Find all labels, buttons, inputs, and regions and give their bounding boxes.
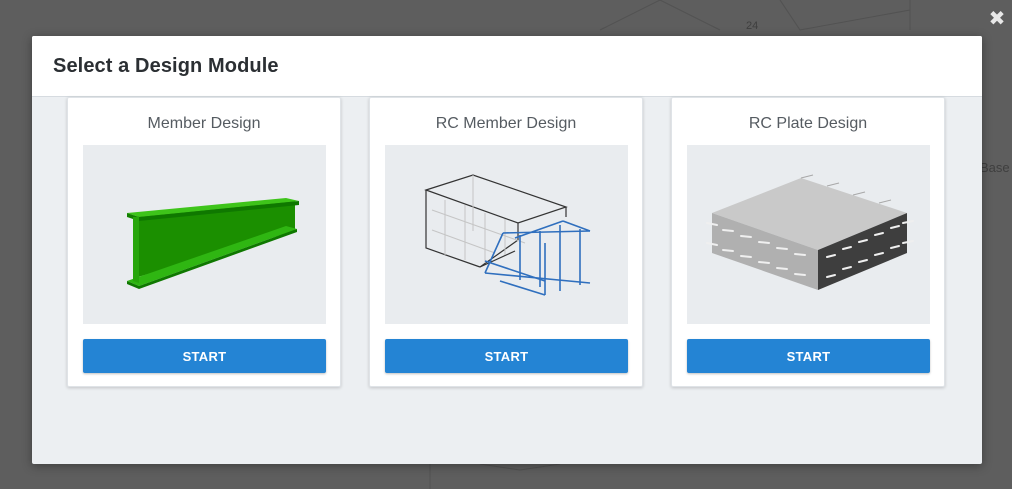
- start-member-design-button[interactable]: START: [83, 339, 326, 373]
- modal-title: Select a Design Module: [53, 55, 279, 77]
- modal-header: Select a Design Module: [32, 36, 982, 97]
- background-tick-label: 24: [746, 20, 759, 32]
- close-icon[interactable]: ✖: [986, 8, 1008, 30]
- steel-i-beam-image: [83, 145, 326, 324]
- module-title: Member Design: [147, 115, 261, 132]
- rc-plate-slab-image: [687, 145, 930, 324]
- rc-member-cage-image: [385, 145, 628, 324]
- module-card-rc-plate-design: RC Plate Design START: [671, 97, 945, 387]
- start-rc-member-design-button[interactable]: START: [385, 339, 628, 373]
- module-card-rc-member-design: RC Member Design START: [369, 97, 643, 387]
- start-rc-plate-design-button[interactable]: START: [687, 339, 930, 373]
- module-card-member-design: Member Design START: [67, 97, 341, 387]
- module-title: RC Plate Design: [748, 115, 868, 132]
- background-side-text: Base: [980, 160, 1010, 175]
- module-title: RC Member Design: [435, 115, 577, 132]
